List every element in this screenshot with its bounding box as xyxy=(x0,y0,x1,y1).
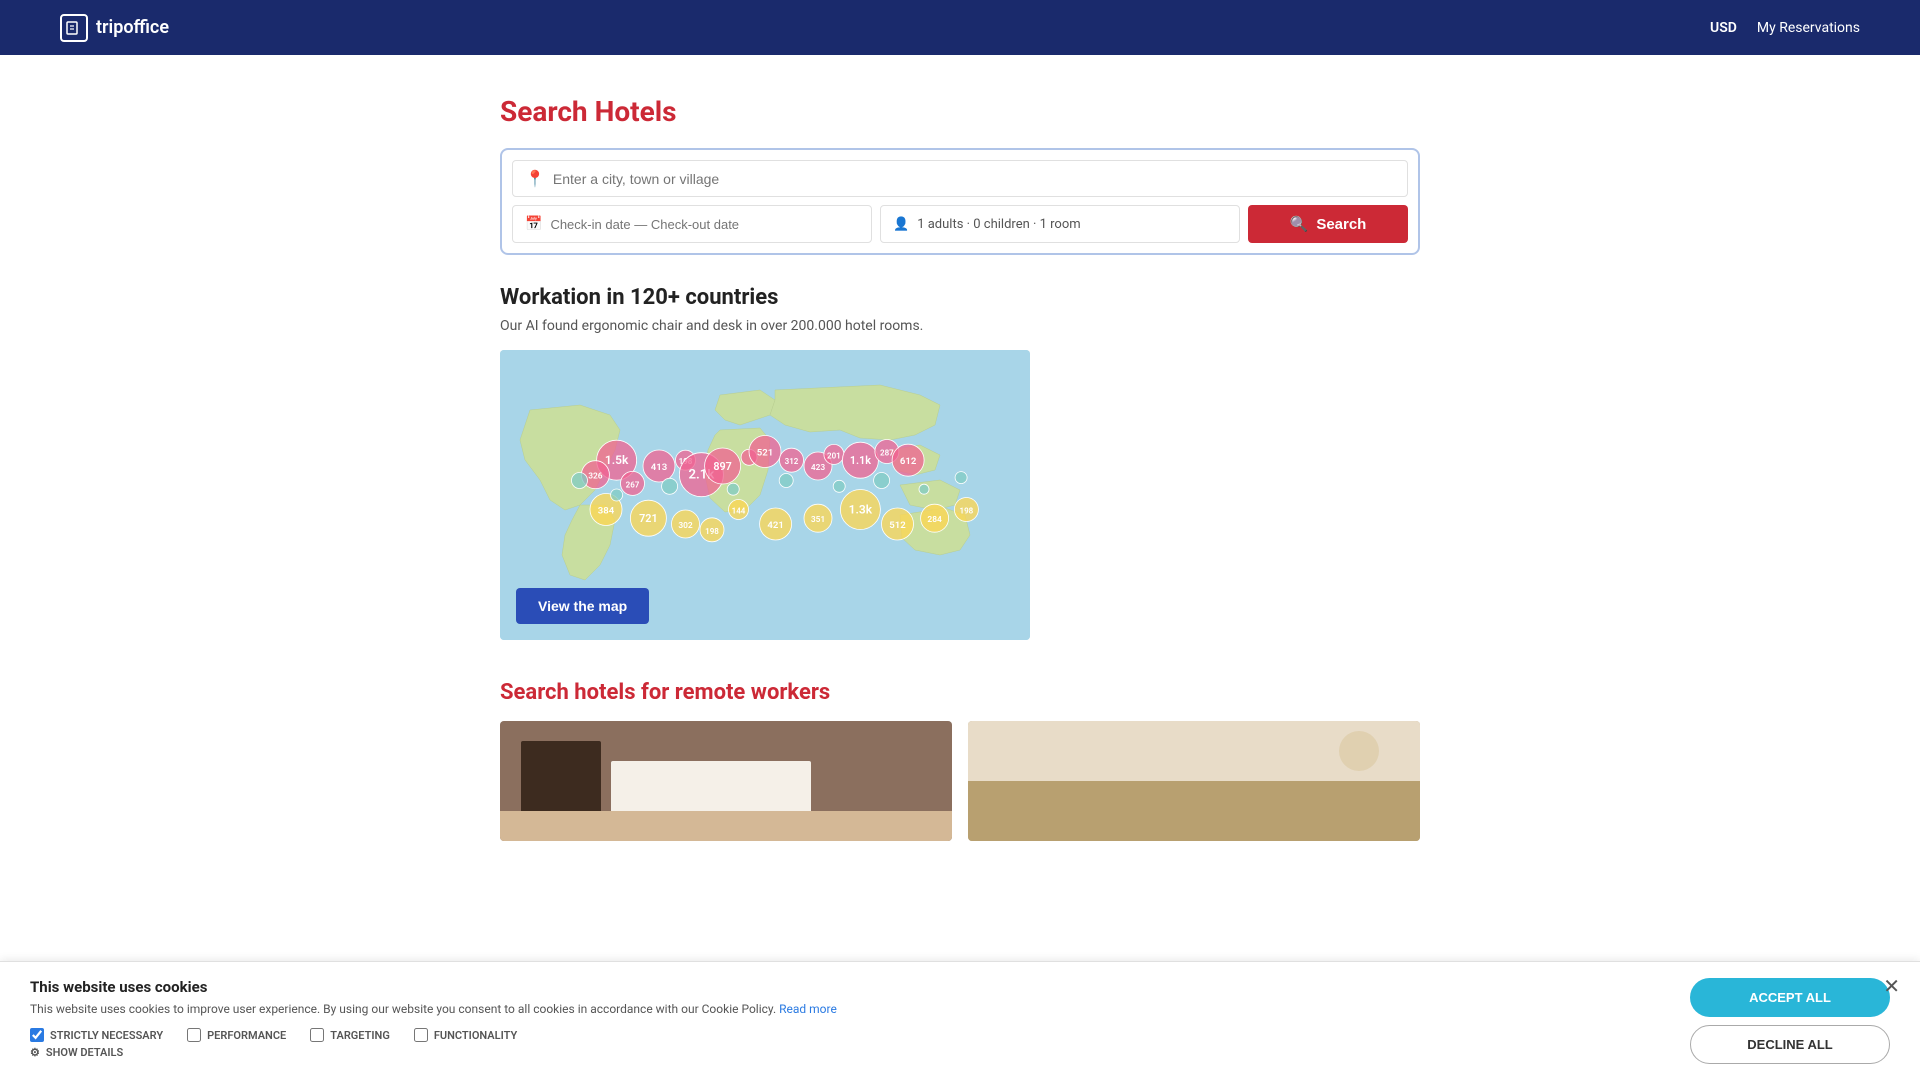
svg-text:612: 612 xyxy=(900,456,917,467)
performance-checkbox[interactable] xyxy=(187,1028,201,1042)
svg-text:267: 267 xyxy=(626,480,640,489)
brand-name: tripoffice xyxy=(96,17,169,38)
svg-text:201: 201 xyxy=(827,451,841,460)
svg-text:413: 413 xyxy=(651,462,667,473)
guests-wrapper[interactable]: 👤 1 adults · 0 children · 1 room xyxy=(880,205,1240,243)
hotel-cards-container xyxy=(500,721,1420,841)
workation-subtitle: Our AI found ergonomic chair and desk in… xyxy=(500,318,1420,334)
navbar: tripoffice USD My Reservations xyxy=(0,0,1920,55)
cookie-options: Strictly Necessary Performance Targeting… xyxy=(30,1028,837,1042)
svg-text:284: 284 xyxy=(927,515,942,525)
person-icon: 👤 xyxy=(893,217,909,232)
cookie-read-more-link[interactable]: Read more xyxy=(779,1002,837,1016)
main-content: Search Hotels 📍 📅 👤 1 adults · 0 childre… xyxy=(480,55,1440,841)
cookie-close-button[interactable]: ✕ xyxy=(1883,974,1900,999)
cookie-strictly-necessary[interactable]: Strictly Necessary xyxy=(30,1028,163,1042)
brand-icon xyxy=(60,14,88,42)
hotel-card-2[interactable] xyxy=(968,721,1420,841)
svg-text:421: 421 xyxy=(767,520,783,531)
cookie-performance[interactable]: Performance xyxy=(187,1028,286,1042)
workation-title: Workation in 120+ countries xyxy=(500,285,1420,310)
svg-text:1.1k: 1.1k xyxy=(850,454,871,467)
svg-text:198: 198 xyxy=(705,527,719,536)
svg-text:144: 144 xyxy=(732,507,746,516)
brand-logo[interactable]: tripoffice xyxy=(60,14,169,42)
svg-text:384: 384 xyxy=(598,506,615,517)
remote-section-title: Search hotels for remote workers xyxy=(500,680,1420,705)
cookie-left: This website uses cookies This website u… xyxy=(30,978,837,1059)
guests-value: 1 adults · 0 children · 1 room xyxy=(917,217,1080,232)
svg-text:721: 721 xyxy=(639,512,658,525)
cookie-banner: ✕ This website uses cookies This website… xyxy=(0,961,1920,1080)
navbar-right: USD My Reservations xyxy=(1710,20,1860,36)
svg-text:326: 326 xyxy=(588,472,603,482)
gear-icon: ⚙ xyxy=(30,1046,40,1059)
date-picker-wrapper: 📅 xyxy=(512,205,872,243)
world-map-container[interactable]: 1.5k3262674131982.1k8975213124232011.1k2… xyxy=(500,350,1030,640)
cookie-actions: ACCEPT ALL DECLINE ALL xyxy=(1690,978,1890,1064)
functionality-checkbox[interactable] xyxy=(414,1028,428,1042)
search-box: 📍 📅 👤 1 adults · 0 children · 1 room 🔍 S… xyxy=(500,148,1420,255)
search-bottom-row: 📅 👤 1 adults · 0 children · 1 room 🔍 Sea… xyxy=(512,205,1408,243)
calendar-icon: 📅 xyxy=(525,216,542,232)
accept-all-button[interactable]: ACCEPT ALL xyxy=(1690,978,1890,1017)
cookie-row: This website uses cookies This website u… xyxy=(30,978,1890,1064)
cookie-description: This website uses cookies to improve use… xyxy=(30,1002,837,1016)
svg-text:1.5k: 1.5k xyxy=(605,453,629,467)
strictly-necessary-checkbox[interactable] xyxy=(30,1028,44,1042)
location-input[interactable] xyxy=(553,171,1395,187)
hotel-card-1[interactable] xyxy=(500,721,952,841)
search-location-row: 📍 xyxy=(512,160,1408,197)
decline-all-button[interactable]: DECLINE ALL xyxy=(1690,1025,1890,1064)
svg-text:312: 312 xyxy=(785,457,799,466)
search-title: Search Hotels xyxy=(500,95,1420,128)
svg-text:1.3k: 1.3k xyxy=(849,503,873,517)
targeting-checkbox[interactable] xyxy=(310,1028,324,1042)
date-picker-input[interactable] xyxy=(550,217,859,232)
location-icon: 📍 xyxy=(525,169,545,188)
svg-text:302: 302 xyxy=(678,521,693,531)
svg-text:287: 287 xyxy=(880,449,894,458)
view-map-button[interactable]: View the map xyxy=(516,588,649,624)
location-input-wrapper: 📍 xyxy=(512,160,1408,197)
svg-text:423: 423 xyxy=(811,463,826,473)
svg-text:512: 512 xyxy=(889,520,906,531)
svg-text:351: 351 xyxy=(811,515,825,525)
svg-text:521: 521 xyxy=(757,448,773,459)
svg-text:198: 198 xyxy=(960,507,974,516)
currency-selector[interactable]: USD xyxy=(1710,20,1737,36)
cookie-title: This website uses cookies xyxy=(30,978,837,996)
cookie-show-details[interactable]: ⚙ Show Details xyxy=(30,1046,837,1059)
cookie-targeting[interactable]: Targeting xyxy=(310,1028,390,1042)
svg-text:897: 897 xyxy=(713,460,732,473)
my-reservations-link[interactable]: My Reservations xyxy=(1757,20,1860,36)
cookie-functionality[interactable]: Functionality xyxy=(414,1028,517,1042)
search-icon: 🔍 xyxy=(1290,215,1309,233)
search-button[interactable]: 🔍 Search xyxy=(1248,205,1408,243)
